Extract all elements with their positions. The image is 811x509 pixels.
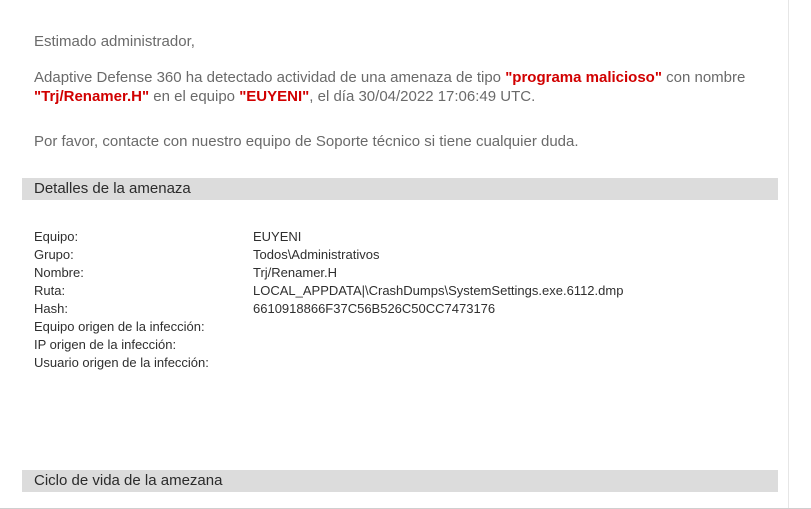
detail-row-equipo: Equipo: EUYENI [34, 228, 774, 246]
email-body: Estimado administrador, Adaptive Defense… [0, 0, 811, 509]
detail-row-equipo-origen: Equipo origen de la infección: [34, 318, 774, 336]
detail-value: 6610918866F37C56B526C50CC7473176 [253, 301, 496, 316]
detail-value: LOCAL_APPDATA|\CrashDumps\SystemSettings… [253, 283, 624, 298]
greeting-text: Estimado administrador, [34, 33, 195, 50]
lifecycle-title: Ciclo de vida de la amezana [34, 472, 223, 489]
detail-value [253, 318, 774, 336]
detail-row-grupo: Grupo: Todos\Administrativos [34, 246, 774, 264]
threat-details-title: Detalles de la amenaza [34, 180, 191, 197]
threat-details-header: Detalles de la amenaza [22, 178, 778, 200]
detail-row-ruta: Ruta: LOCAL_APPDATA|\CrashDumps\SystemSe… [34, 282, 774, 300]
detail-label: Equipo origen de la infección: [34, 319, 205, 334]
alert-suffix: , el día 30/04/2022 17:06:49 UTC. [309, 88, 536, 105]
detail-label: Ruta: [34, 283, 66, 298]
support-text: Por favor, contacte con nuestro equipo d… [34, 133, 579, 150]
detail-value: Todos\Administrativos [253, 247, 380, 262]
device-name: "EUYENI" [239, 88, 310, 105]
detail-label: Nombre: [34, 265, 84, 280]
detail-value [253, 336, 774, 354]
detail-label: IP origen de la infección: [34, 337, 177, 352]
threat-name: "Trj/Renamer.H" [34, 88, 150, 105]
alert-paragraph: Adaptive Defense 360 ha detectado activi… [34, 68, 789, 106]
detail-label: Usuario origen de la infección: [34, 355, 209, 370]
alert-device-prefix: en el equipo [149, 88, 240, 105]
detail-value: EUYENI [253, 229, 302, 244]
lifecycle-header: Ciclo de vida de la amezana [22, 470, 778, 492]
detail-value [253, 354, 774, 372]
threat-type: "programa malicioso" [505, 69, 662, 86]
detail-label: Equipo: [34, 229, 79, 244]
detail-row-ip-origen: IP origen de la infección: [34, 336, 774, 354]
detail-value: Trj/Renamer.H [253, 265, 338, 280]
alert-prefix: Adaptive Defense 360 ha detectado activi… [34, 69, 506, 86]
detail-row-usuario-origen: Usuario origen de la infección: [34, 354, 774, 372]
detail-label: Hash: [34, 301, 68, 316]
detail-label: Grupo: [34, 247, 74, 262]
alert-middle: con nombre [661, 69, 746, 86]
detail-row-hash: Hash: 6610918866F37C56B526C50CC7473176 [34, 300, 774, 318]
detail-row-nombre: Nombre: Trj/Renamer.H [34, 264, 774, 282]
threat-details-table: Equipo: EUYENI Grupo: Todos\Administrati… [34, 228, 774, 372]
